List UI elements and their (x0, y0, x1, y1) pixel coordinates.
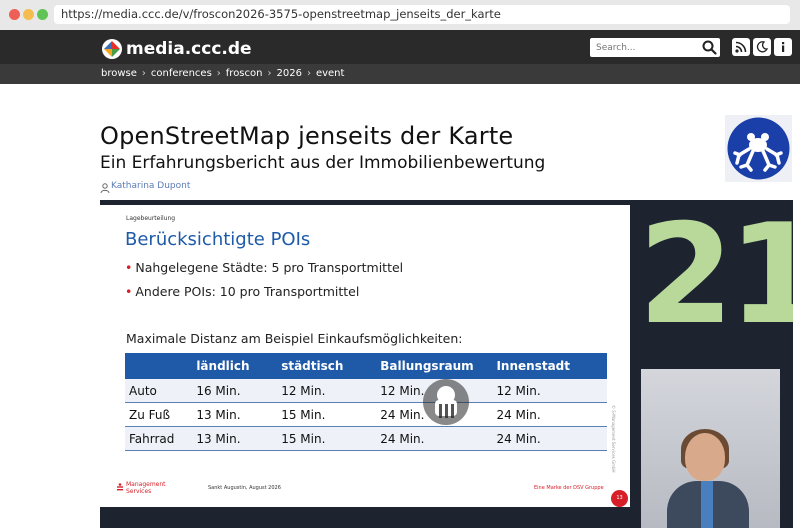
table-header-cell: ländlich (192, 353, 278, 379)
info-button[interactable] (774, 38, 792, 56)
breadcrumb: browse › conferences › froscon › 2026 › event (101, 64, 344, 84)
rss-icon (735, 41, 747, 53)
table-cell: 15 Min. (277, 426, 377, 451)
froscon-frog-icon (727, 117, 790, 180)
distance-table: ländlich städtisch Ballungsraum Innensta… (125, 353, 607, 451)
ccc-logo-icon[interactable] (101, 38, 123, 60)
search-input[interactable] (590, 38, 698, 57)
table-row: Fahrrad 13 Min. 15 Min. 24 Min. 24 Min. (125, 426, 607, 451)
breadcrumb-browse[interactable]: browse (101, 68, 137, 79)
breadcrumb-conferences[interactable]: conferences (151, 68, 212, 79)
breadcrumb-separator: › (141, 68, 146, 79)
search-icon[interactable] (701, 39, 718, 56)
site-name-link[interactable]: media.ccc.de (126, 38, 252, 60)
maximize-window-button[interactable] (37, 9, 48, 20)
table-header-cell (125, 353, 193, 379)
sparkasse-logo-icon (117, 483, 123, 491)
breadcrumb-year[interactable]: 2026 (276, 68, 301, 79)
info-icon (782, 42, 785, 52)
table-cell: 12 Min. (277, 379, 377, 403)
table-header-cell: Innenstadt (492, 353, 607, 379)
table-cell: 15 Min. (277, 402, 377, 427)
slide-page-number: 13 (611, 490, 628, 507)
table-row: Auto 16 Min. 12 Min. 12 Min. 12 Min. (125, 379, 607, 403)
table-cell: 24 Min. (492, 402, 607, 427)
table-cell: 16 Min. (192, 379, 278, 403)
table-cell: 12 Min. (492, 379, 607, 403)
video-player[interactable]: Lagebeurteilung Berücksichtigte POIs • Na… (100, 200, 793, 528)
person-icon (100, 183, 110, 193)
table-cell: 13 Min. (192, 426, 278, 451)
search-box (590, 38, 720, 57)
minimize-window-button[interactable] (23, 9, 34, 20)
brand-name: Management Services (126, 481, 166, 495)
breadcrumb-event: event (315, 68, 345, 79)
table-cell: 24 Min. (376, 426, 493, 451)
table-header-cell: Ballungsraum (376, 353, 493, 379)
slide-intro-text: Maximale Distanz am Beispiel Einkaufsmög… (126, 331, 463, 346)
dark-mode-toggle[interactable] (753, 38, 771, 56)
close-window-button[interactable] (9, 9, 20, 20)
slide-title: Berücksichtigte POIs (125, 229, 311, 250)
table-cell: 24 Min. (492, 426, 607, 451)
rss-button[interactable] (732, 38, 750, 56)
bullet-mark: • (125, 260, 133, 275)
brand-line: Management (126, 481, 166, 488)
table-cell: 13 Min. (192, 402, 278, 427)
slide-category: Lagebeurteilung (126, 215, 176, 222)
table-cell: Auto (125, 379, 193, 403)
conference-logo[interactable] (725, 115, 792, 182)
breadcrumb-froscon[interactable]: froscon (226, 68, 263, 79)
address-bar[interactable]: https://media.ccc.de/v/froscon2026-3575-… (54, 5, 790, 24)
speaker-head (685, 433, 725, 481)
moon-icon (756, 41, 768, 53)
slide-footer-brand: Eine Marke der DSV Gruppe (534, 485, 604, 491)
speaker-camera-feed (641, 369, 780, 528)
bullet-text: Nahgelegene Städte: 5 pro Transportmitte… (135, 260, 404, 275)
backdrop-number: 21 (638, 200, 793, 355)
talk-subtitle: Ein Erfahrungsbericht aus der Immobilien… (100, 153, 546, 173)
breadcrumb-separator: › (216, 68, 221, 79)
table-header-cell: städtisch (277, 353, 377, 379)
bullet-text: Andere POIs: 10 pro Transportmittel (135, 284, 360, 299)
play-icon[interactable] (422, 378, 470, 426)
table-header-row: ländlich städtisch Ballungsraum Innensta… (125, 353, 607, 379)
slide-copyright-note: © S-Management Services GmbH (611, 405, 616, 473)
table-cell: Fahrrad (125, 426, 193, 451)
brand-line: Services (126, 488, 152, 495)
slide-bullet: • Andere POIs: 10 pro Transportmittel (125, 284, 359, 299)
breadcrumb-separator: › (267, 68, 272, 79)
speaker-lanyard (701, 481, 713, 528)
table-row: Zu Fuß 13 Min. 15 Min. 24 Min. 24 Min. (125, 402, 607, 427)
talk-title: OpenStreetMap jenseits der Karte (100, 122, 514, 150)
slide-footer-location: Sankt Augustin, August 2026 (208, 485, 281, 491)
slide-bullet: • Nahgelegene Städte: 5 pro Transportmitt… (125, 260, 403, 275)
table-cell: Zu Fuß (125, 402, 193, 427)
presentation-slide: Lagebeurteilung Berücksichtigte POIs • Na… (100, 205, 630, 507)
bullet-mark: • (125, 284, 133, 299)
speaker-link[interactable]: Katharina Dupont (111, 181, 190, 191)
breadcrumb-separator: › (306, 68, 311, 79)
browser-toolbar: https://media.ccc.de/v/froscon2026-3575-… (0, 0, 800, 30)
